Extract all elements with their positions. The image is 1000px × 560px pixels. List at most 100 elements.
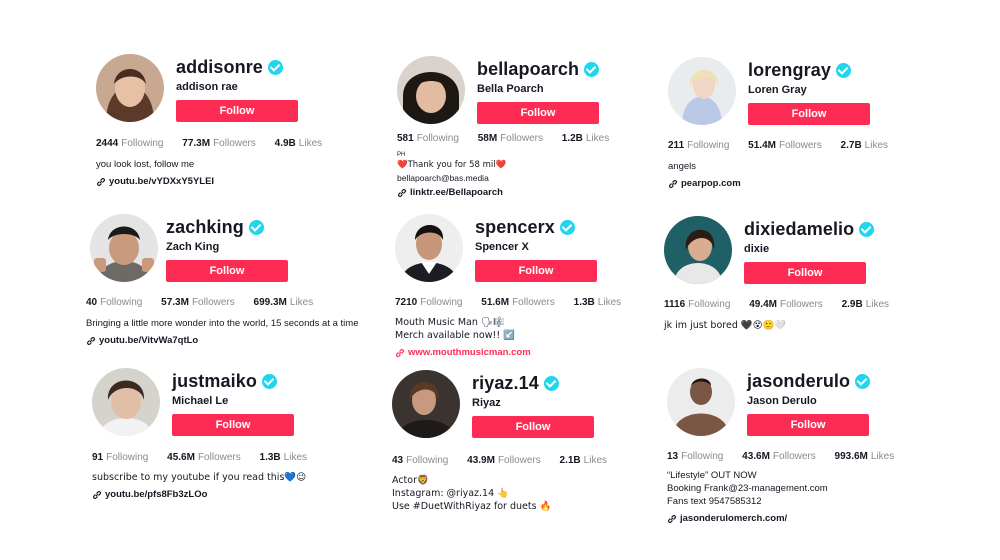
followers-label: Followers [197, 452, 241, 463]
display-name: Riyaz [472, 397, 501, 409]
bio-line: Bringing a little more wonder into the w… [86, 318, 359, 329]
bio: subscribe to my youtube if you read this… [92, 471, 306, 501]
profile-card-lorengray: lorengray Loren Gray Follow 211 Following… [668, 57, 968, 227]
avatar[interactable] [90, 214, 158, 282]
avatar[interactable] [392, 370, 460, 438]
verified-badge-icon [584, 61, 600, 77]
likes-label: Likes [865, 299, 890, 310]
verified-badge-icon [261, 373, 277, 389]
username[interactable]: spencerx [475, 217, 555, 238]
following-count: 211 [668, 140, 685, 151]
display-name: dixie [744, 243, 770, 255]
profile-stats: 40 Following 57.3M Followers 699.3M Likes [86, 297, 329, 308]
bio: Bringing a little more wonder into the w… [86, 317, 358, 347]
profile-link[interactable]: linktr.ee/Bellapoarch [397, 186, 506, 199]
followers-label: Followers [500, 133, 543, 144]
likes-label: Likes [585, 133, 610, 144]
verified-badge-icon [543, 375, 559, 391]
username[interactable]: zachking [166, 217, 244, 238]
link-text[interactable]: www.mouthmusicman.com [408, 346, 531, 359]
username[interactable]: dixiedamelio [744, 219, 854, 240]
avatar[interactable] [96, 54, 164, 122]
following-label: Following [688, 299, 731, 310]
followers-count: 45.6M [167, 452, 195, 463]
link-text[interactable]: youtu.be/VitvWa7qtLo [99, 334, 198, 347]
username[interactable]: bellapoarch [477, 59, 579, 80]
bio: “Lifestyle” OUT NOW Booking Frank@23-man… [667, 469, 828, 525]
username[interactable]: addisonre [176, 57, 263, 78]
profile-link[interactable]: jasonderulomerch.com/ [667, 512, 828, 525]
username[interactable]: riyaz.14 [472, 373, 539, 394]
following-count: 40 [86, 297, 98, 308]
follow-button[interactable]: Follow [748, 103, 870, 125]
display-name: Jason Derulo [747, 395, 817, 407]
follow-button[interactable]: Follow [472, 416, 594, 438]
following-label: Following [687, 140, 730, 151]
profile-link[interactable]: youtu.be/pfs8Fb3zLOo [92, 488, 306, 501]
avatar[interactable] [667, 368, 735, 436]
likes-label: Likes [583, 455, 608, 466]
avatar[interactable] [664, 216, 732, 284]
link-text[interactable]: pearpop.com [681, 177, 741, 190]
likes-count: 1.3B [259, 452, 281, 463]
profile-card-bellapoarch: bellapoarch Bella Poarch Follow 581 Follo… [397, 56, 697, 226]
bio: PH ❤️Thank you for 58 mil❤️ bellapoarch@… [397, 151, 506, 199]
likes-count: 2.7B [840, 140, 862, 151]
profile-card-addisonre: addisonre addison rae Follow 2444 Followi… [96, 54, 396, 224]
followers-label: Followers [512, 297, 555, 308]
followers-count: 51.4M [748, 140, 776, 151]
username[interactable]: justmaiko [172, 371, 257, 392]
avatar[interactable] [668, 57, 736, 125]
likes-label: Likes [597, 297, 622, 308]
profile-link[interactable]: pearpop.com [668, 177, 741, 190]
followers-count: 77.3M [182, 138, 211, 149]
profile-stats: 581 Following 58M Followers 1.2B Likes [397, 133, 625, 144]
follow-button[interactable]: Follow [176, 100, 298, 122]
avatar[interactable] [397, 56, 465, 124]
profile-stats: 43 Following 43.9M Followers 2.1B Likes [392, 455, 623, 466]
bio-line: Fans text 9547585312 [667, 496, 762, 507]
following-count: 13 [667, 451, 679, 462]
profile-card-jasonderulo: jasonderulo Jason Derulo Follow 13 Follow… [667, 368, 967, 538]
bio: Mouth Music Man 🗣🎼 Merch available now!!… [395, 316, 531, 359]
bio-line: you look lost, follow me [96, 159, 195, 170]
likes-label: Likes [298, 138, 323, 149]
link-text[interactable]: youtu.be/pfs8Fb3zLOo [105, 488, 207, 501]
likes-count: 993.6M [834, 451, 868, 462]
profile-stats: 211 Following 51.4M Followers 2.7B Likes [668, 140, 904, 151]
likes-label: Likes [289, 297, 314, 308]
username[interactable]: lorengray [748, 60, 831, 81]
likes-label: Likes [283, 452, 308, 463]
follow-button[interactable]: Follow [172, 414, 294, 436]
followers-count: 57.3M [161, 297, 189, 308]
display-name: addison rae [176, 81, 238, 93]
bio-line: Merch available now!! ↙️ [395, 330, 515, 341]
link-text[interactable]: youtu.be/vYDXxY5YLEI [109, 175, 214, 188]
followers-count: 58M [477, 133, 498, 144]
follow-button[interactable]: Follow [747, 414, 869, 436]
link-icon [396, 348, 404, 357]
bio-flag: PH [397, 152, 406, 158]
link-text[interactable]: jasonderulomerch.com/ [680, 512, 787, 525]
follow-button[interactable]: Follow [475, 260, 597, 282]
followers-label: Followers [213, 138, 256, 149]
following-count: 581 [397, 133, 414, 144]
avatar[interactable] [92, 368, 160, 436]
followers-label: Followers [779, 299, 823, 310]
profile-link[interactable]: youtu.be/vYDXxY5YLEI [96, 175, 214, 188]
profile-link[interactable]: youtu.be/VitvWa7qtLo [86, 334, 358, 347]
verified-badge-icon [855, 373, 871, 389]
profile-stats: 7210 Following 51.6M Followers 1.3B Likes [395, 297, 637, 308]
profile-card-zachking: zachking Zach King Follow 40 Following 57… [86, 214, 386, 384]
avatar[interactable] [395, 214, 463, 282]
follow-button[interactable]: Follow [744, 262, 866, 284]
link-text[interactable]: linktr.ee/Bellapoarch [410, 186, 503, 199]
bio: Actor🦁 Instagram: @riyaz.14 👆 Use #DuetW… [392, 474, 551, 513]
profile-link[interactable]: www.mouthmusicman.com [395, 346, 531, 359]
follow-button[interactable]: Follow [166, 260, 288, 282]
bio-line: Mouth Music Man 🗣🎼 [395, 317, 505, 328]
following-count: 1116 [664, 299, 686, 310]
likes-label: Likes [870, 451, 895, 462]
follow-button[interactable]: Follow [477, 102, 599, 124]
username[interactable]: jasonderulo [747, 371, 850, 392]
